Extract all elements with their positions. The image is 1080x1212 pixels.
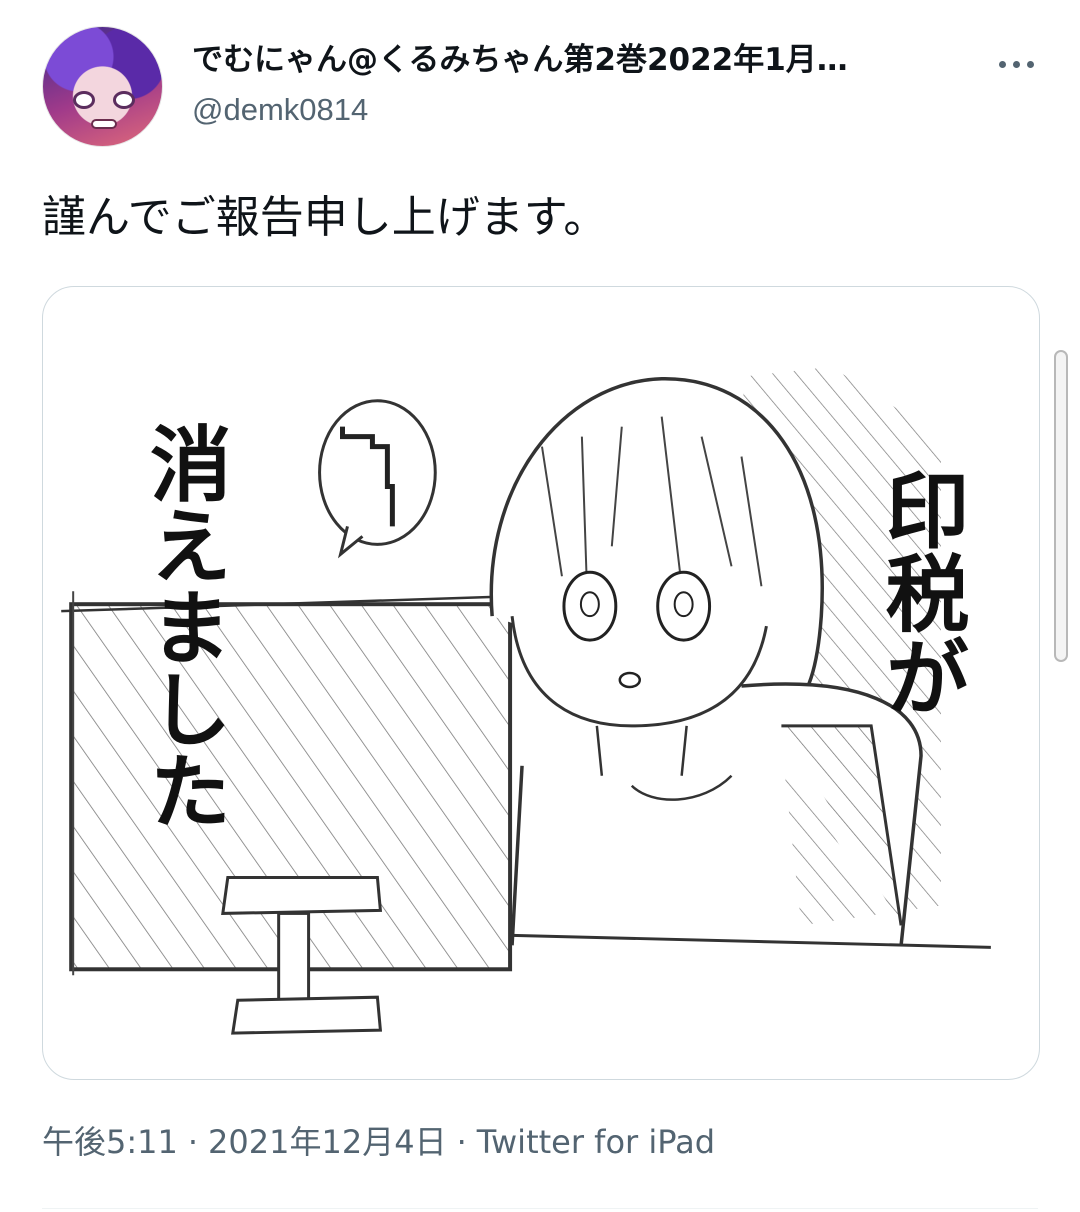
tweet-time[interactable]: 午後5:11: [42, 1123, 178, 1161]
caption-right: 印税が: [872, 467, 970, 718]
tweet-media-image[interactable]: 印税が 消えました: [42, 286, 1040, 1080]
tweet-meta: 午後5:11 · 2021年12月4日 · Twitter for iPad: [42, 1120, 715, 1164]
meta-separator: ·: [456, 1123, 467, 1161]
more-horizontal-icon[interactable]: [994, 54, 1038, 74]
display-name[interactable]: でむにゃん@くるみちゃん第2巻2022年1月…: [192, 40, 952, 80]
tweet-source[interactable]: Twitter for iPad: [477, 1123, 715, 1161]
dot-icon: [998, 60, 1006, 68]
tweet-date[interactable]: 2021年12月4日: [208, 1123, 447, 1161]
monitor-drawing: [61, 591, 513, 1035]
tweet-text: 謹んでご報告申し上げます。: [42, 192, 608, 243]
divider: [42, 1208, 1038, 1209]
manga-illustration: 印税が 消えました: [61, 366, 991, 1035]
user-handle[interactable]: @demk0814: [192, 90, 368, 130]
meta-separator: ·: [187, 1123, 199, 1161]
avatar-eye-icon: [113, 91, 135, 109]
scrollbar[interactable]: [1054, 350, 1068, 662]
avatar-mouth-icon: [91, 119, 117, 129]
avatar[interactable]: [42, 26, 163, 147]
dot-icon: [1026, 60, 1034, 68]
speech-bubble: [318, 399, 437, 559]
avatar-eye-icon: [73, 91, 95, 109]
dot-icon: [1012, 60, 1020, 68]
tweet-header: でむにゃん@くるみちゃん第2巻2022年1月… @demk0814: [42, 26, 1042, 148]
caption-left: 消えました: [135, 422, 230, 831]
